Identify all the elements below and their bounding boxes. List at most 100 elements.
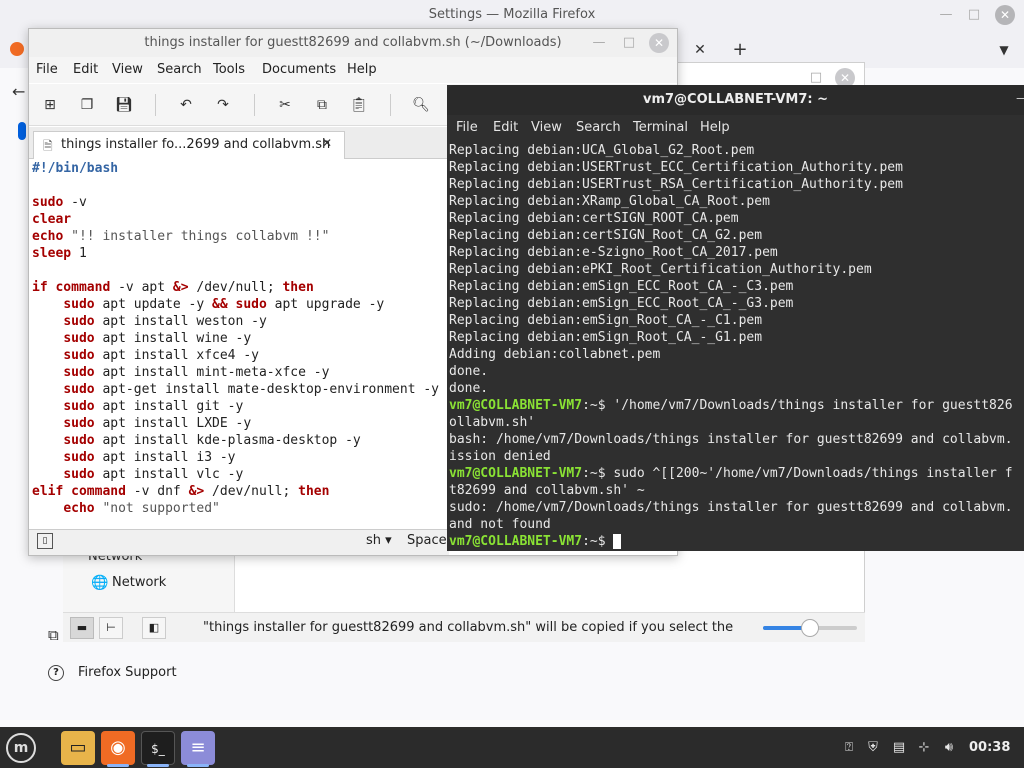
code-line: elif command -v dnf &> /dev/null; then <box>32 483 448 500</box>
terminal-active-indicator <box>147 764 169 767</box>
editor-code-area[interactable]: #!/bin/bash sudo -v clear echo "!! install… <box>32 160 448 522</box>
terminal-line: vm7@COLLABNET-VM7:~$ sudo ^[[200~'/home/… <box>449 465 1024 482</box>
terminal-line: ission denied <box>449 448 1024 465</box>
code-token: apt install git -y <box>94 399 244 414</box>
firefox-tab-list-icon[interactable]: ▼ <box>994 40 1014 60</box>
terminal-line: Replacing debian:emSign_Root_CA_-_C1.pem <box>449 312 1024 329</box>
taskbar-firefox[interactable]: ◉ <box>101 731 135 765</box>
terminal-minimize-icon[interactable]: — <box>1016 91 1024 106</box>
terminal-menu-view[interactable]: View <box>531 120 562 135</box>
folder-icon: ▭ <box>69 737 87 758</box>
code-token: if <box>32 280 48 295</box>
open-document-icon[interactable]: ❐ <box>77 95 97 115</box>
code-token: apt install kde-plasma-desktop -y <box>94 433 361 448</box>
save-icon[interactable]: 💾︎ <box>114 95 134 115</box>
zoom-slider-knob[interactable] <box>801 619 819 637</box>
code-line: sudo apt install i3 -y <box>32 449 448 466</box>
dialog-network-item[interactable]: Network <box>112 575 166 590</box>
terminal-text: done. <box>449 381 489 396</box>
firefox-tab-close-icon[interactable]: ✕ <box>690 40 710 60</box>
shield-icon[interactable]: ⛨ <box>864 739 882 757</box>
editor-close-icon[interactable]: ✕ <box>649 33 669 53</box>
toolbar-separator <box>254 94 255 116</box>
editor-menu-view[interactable]: View <box>112 62 143 77</box>
copy-icon[interactable]: ⧉ <box>312 95 332 115</box>
code-token: sudo <box>63 314 95 329</box>
taskbar-terminal[interactable]: $_ <box>141 731 175 765</box>
code-line: sudo -v <box>32 194 448 211</box>
back-arrow-icon[interactable]: ← <box>12 82 25 101</box>
cut-icon[interactable]: ✂ <box>275 95 295 115</box>
editor-maximize-icon[interactable]: □ <box>619 33 639 53</box>
terminal-menu-search[interactable]: Search <box>576 120 621 135</box>
firefox-new-tab-icon[interactable]: + <box>730 40 750 60</box>
terminal-menu-help[interactable]: Help <box>700 120 730 135</box>
terminal-text: Replacing debian:certSIGN_ROOT_CA.pem <box>449 211 739 226</box>
start-menu-button[interactable]: m <box>6 733 36 763</box>
code-token: sudo <box>63 467 95 482</box>
terminal-menu-file[interactable]: File <box>456 120 478 135</box>
new-document-icon[interactable]: ⊞ <box>40 95 60 115</box>
firefox-maximize-icon[interactable]: □ <box>964 5 984 25</box>
editor-menu-search[interactable]: Search <box>157 62 202 77</box>
redo-icon[interactable]: ↷ <box>213 95 233 115</box>
editor-menu-edit[interactable]: Edit <box>73 62 98 77</box>
terminal-text: :~$ <box>582 534 614 549</box>
terminal-text: bash: /home/vm7/Downloads/things install… <box>449 432 1013 447</box>
code-token: apt-get install mate-desktop-environment… <box>94 382 439 397</box>
clock[interactable]: 00:38 <box>969 740 1010 755</box>
toolbar-separator <box>390 94 391 116</box>
code-line: sudo apt install vlc -y <box>32 466 448 483</box>
volume-icon[interactable]: 🔊︎ <box>940 739 958 757</box>
editor-menu-file[interactable]: File <box>36 62 58 77</box>
folder-view-button[interactable]: ▬ <box>70 617 94 639</box>
extensions-icon[interactable]: ⧉ <box>48 626 59 644</box>
editor-menu-tools[interactable]: Tools <box>213 62 245 77</box>
terminal-line: done. <box>449 363 1024 380</box>
terminal-text: t82699 and collabvm.sh' ~ <box>449 483 645 498</box>
update-manager-icon[interactable]: ⍰ <box>840 739 858 757</box>
network-globe-icon: 🌐 <box>91 575 109 591</box>
firefox-support-link[interactable]: Firefox Support <box>78 665 177 680</box>
taskbar-text-editor[interactable]: ≡ <box>181 731 215 765</box>
code-line: sudo apt install LXDE -y <box>32 415 448 432</box>
editor-tab-label: things installer fo...2699 and collabvm.… <box>61 137 331 152</box>
sidebar-toggle-button[interactable]: ◧ <box>142 617 166 639</box>
code-token: sudo <box>63 297 95 312</box>
terminal-line: Replacing debian:USERTrust_ECC_Certifica… <box>449 159 1024 176</box>
code-token: then <box>298 484 330 499</box>
taskbar-files[interactable]: ▭ <box>61 731 95 765</box>
undo-icon[interactable]: ↶ <box>176 95 196 115</box>
terminal-menu-terminal[interactable]: Terminal <box>633 120 688 135</box>
network-icon[interactable]: ⊹ <box>915 739 933 757</box>
editor-menu-documents[interactable]: Documents <box>262 62 336 77</box>
editor-menu-help[interactable]: Help <box>347 62 377 77</box>
terminal-output[interactable]: Replacing debian:UCA_Global_G2_Root.pem R… <box>449 142 1024 550</box>
code-token: sudo <box>63 382 95 397</box>
editor-minimize-icon[interactable]: — <box>589 33 609 53</box>
editor-language-selector[interactable]: sh ▾ <box>366 533 392 548</box>
firefox-minimize-icon[interactable]: — <box>936 5 956 25</box>
code-token: &> <box>188 484 205 499</box>
clipboard-icon[interactable]: ▤ <box>890 739 908 757</box>
side-panel-toggle-icon[interactable]: ▯ <box>37 533 53 549</box>
paste-icon[interactable]: 📋︎ <box>349 95 369 115</box>
firefox-close-icon[interactable]: ✕ <box>995 5 1015 25</box>
code-line: echo "!! installer things collabvm !!" <box>32 228 448 245</box>
code-line: sudo apt install weston -y <box>32 313 448 330</box>
search-icon[interactable]: 🔍︎ <box>411 95 431 115</box>
terminal-menu-edit[interactable]: Edit <box>493 120 518 135</box>
terminal-line: Replacing debian:XRamp_Global_CA_Root.pe… <box>449 193 1024 210</box>
editor-tab-close-icon[interactable]: ✕ <box>322 136 332 150</box>
tree-view-button[interactable]: ⊢ <box>99 617 123 639</box>
terminal-line: done. <box>449 380 1024 397</box>
code-token: "!! installer things collabvm !!" <box>71 229 330 244</box>
